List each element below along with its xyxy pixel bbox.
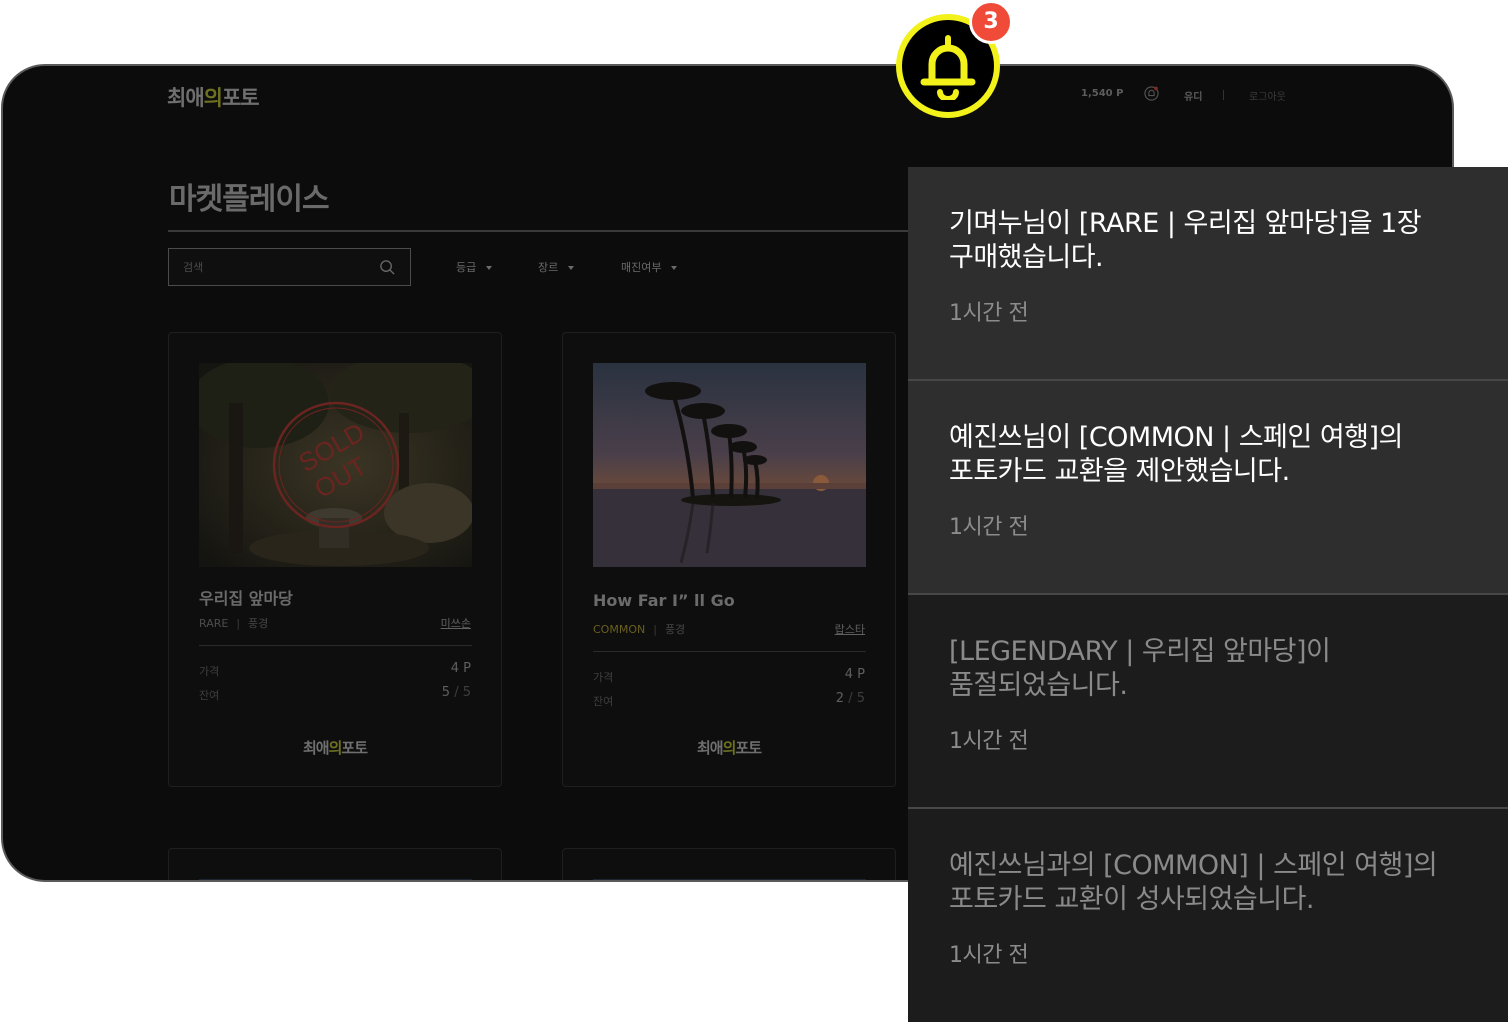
filter-soldout[interactable]: 매진여부 xyxy=(621,259,678,275)
search-input[interactable] xyxy=(169,249,369,285)
genre-label: 풍경 xyxy=(664,623,686,636)
logo-text-accent: 의 xyxy=(722,739,737,757)
search-box xyxy=(168,248,411,286)
photo-card[interactable]: How Far I” ll Go COMMON | 풍경 랍스타 가격 4 P 잔여… xyxy=(562,332,896,787)
owner-link[interactable]: 미쓰손 xyxy=(441,615,471,631)
search-icon[interactable] xyxy=(379,259,396,276)
notification-message: 기며누님이 [RARE | 우리집 앞마당]을 1장 구매했습니다. xyxy=(949,208,1422,273)
grade-label: RARE xyxy=(199,617,229,630)
notification-item[interactable]: 기며누님이 [RARE | 우리집 앞마당]을 1장 구매했습니다. 1시간 전 xyxy=(908,167,1508,379)
card-meta: COMMON | 풍경 xyxy=(593,623,686,636)
price-label: 가격 xyxy=(199,665,220,678)
notification-panel: 기며누님이 [RARE | 우리집 앞마당]을 1장 구매했습니다. 1시간 전… xyxy=(908,167,1508,1022)
remaining-count: 5 xyxy=(441,685,451,700)
grade-label: COMMON xyxy=(593,623,646,636)
card-divider xyxy=(593,651,866,652)
photo-card-partial[interactable] xyxy=(562,848,896,880)
card-image-partial xyxy=(593,879,866,880)
logo-text-2: 포토 xyxy=(221,86,260,110)
card-title: 우리집 앞마당 xyxy=(199,589,293,608)
card-image-partial xyxy=(199,879,472,880)
logo-text-2: 포토 xyxy=(735,739,762,757)
bell-icon xyxy=(920,35,976,100)
card-divider xyxy=(199,645,472,646)
notification-message: 예진쓰님이 [COMMON | 스페인 여행]의 포토카드 교환을 제안했습니다… xyxy=(949,422,1403,487)
logo-text-2: 포토 xyxy=(341,739,368,757)
price-value: 4 P xyxy=(844,667,865,682)
notification-bell-icon[interactable] xyxy=(1144,86,1159,101)
card-title: How Far I” ll Go xyxy=(593,591,735,610)
logo-text-1: 최애 xyxy=(696,739,724,757)
garden-illustration: SOLD OUT xyxy=(199,363,472,567)
chevron-down-icon xyxy=(486,266,493,270)
notification-message: 예진쓰님과의 [COMMON] | 스페인 여행]의 포토카드 교환이 성사되었… xyxy=(949,850,1438,915)
notification-item[interactable]: [LEGENDARY | 우리집 앞마당]이 품절되었습니다. 1시간 전 xyxy=(908,593,1508,807)
chevron-down-icon xyxy=(568,266,575,270)
notification-item[interactable]: 예진쓰님이 [COMMON | 스페인 여행]의 포토카드 교환을 제안했습니다… xyxy=(908,379,1508,593)
username[interactable]: 유디 xyxy=(1184,88,1202,103)
palm-island-illustration xyxy=(593,363,866,567)
notification-time: 1시간 전 xyxy=(949,729,1029,754)
points-display: 1,540 P xyxy=(1081,88,1124,99)
remaining-label: 잔여 xyxy=(199,689,220,702)
remaining-total: / 5 xyxy=(848,691,865,706)
price-label: 가격 xyxy=(593,671,614,684)
remaining-value: 2 / 5 xyxy=(836,691,865,706)
filter-grade-label: 등급 xyxy=(456,261,477,274)
genre-label: 풍경 xyxy=(248,617,269,630)
remaining-value: 5 / 5 xyxy=(442,685,471,700)
notification-time: 1시간 전 xyxy=(949,301,1029,326)
chevron-down-icon xyxy=(671,266,678,270)
remaining-count: 2 xyxy=(835,691,845,706)
notification-time: 1시간 전 xyxy=(949,943,1029,968)
remaining-label: 잔여 xyxy=(593,695,614,708)
filter-soldout-label: 매진여부 xyxy=(621,261,662,274)
app-logo[interactable]: 최애의포토 xyxy=(167,82,260,112)
owner-link[interactable]: 랍스타 xyxy=(835,621,865,637)
logo-text-1: 최애 xyxy=(302,739,330,757)
card-meta: RARE | 풍경 xyxy=(199,617,269,630)
notification-count-badge: 3 xyxy=(969,0,1013,44)
logout-link[interactable]: 로그아웃 xyxy=(1249,88,1286,103)
card-image-palm-island xyxy=(593,363,866,567)
logo-text-accent: 의 xyxy=(328,739,343,757)
notification-item[interactable]: 예진쓰님과의 [COMMON] | 스페인 여행]의 포토카드 교환이 성사되었… xyxy=(908,807,1508,1022)
filter-genre-label: 장르 xyxy=(538,261,559,274)
page-title: 마켓플레이스 xyxy=(169,182,330,217)
remaining-total: / 5 xyxy=(454,685,471,700)
card-logo: 최애의포토 xyxy=(169,737,501,758)
notification-time: 1시간 전 xyxy=(949,515,1029,540)
photo-card-partial[interactable] xyxy=(168,848,502,880)
card-logo: 최애의포토 xyxy=(563,737,895,758)
header-divider xyxy=(1223,90,1224,100)
filter-genre[interactable]: 장르 xyxy=(538,259,575,275)
card-image-garden: SOLD OUT xyxy=(199,363,472,567)
notification-message: [LEGENDARY | 우리집 앞마당]이 품절되었습니다. xyxy=(949,636,1331,701)
logo-text-accent: 의 xyxy=(203,86,223,110)
photo-card[interactable]: SOLD OUT 우리집 앞마당 RARE | 풍경 미쓰손 가격 4 P 잔여 5… xyxy=(168,332,502,787)
logo-text-1: 최애 xyxy=(167,86,205,110)
filter-grade[interactable]: 등급 xyxy=(456,259,493,275)
price-value: 4 P xyxy=(450,661,471,676)
